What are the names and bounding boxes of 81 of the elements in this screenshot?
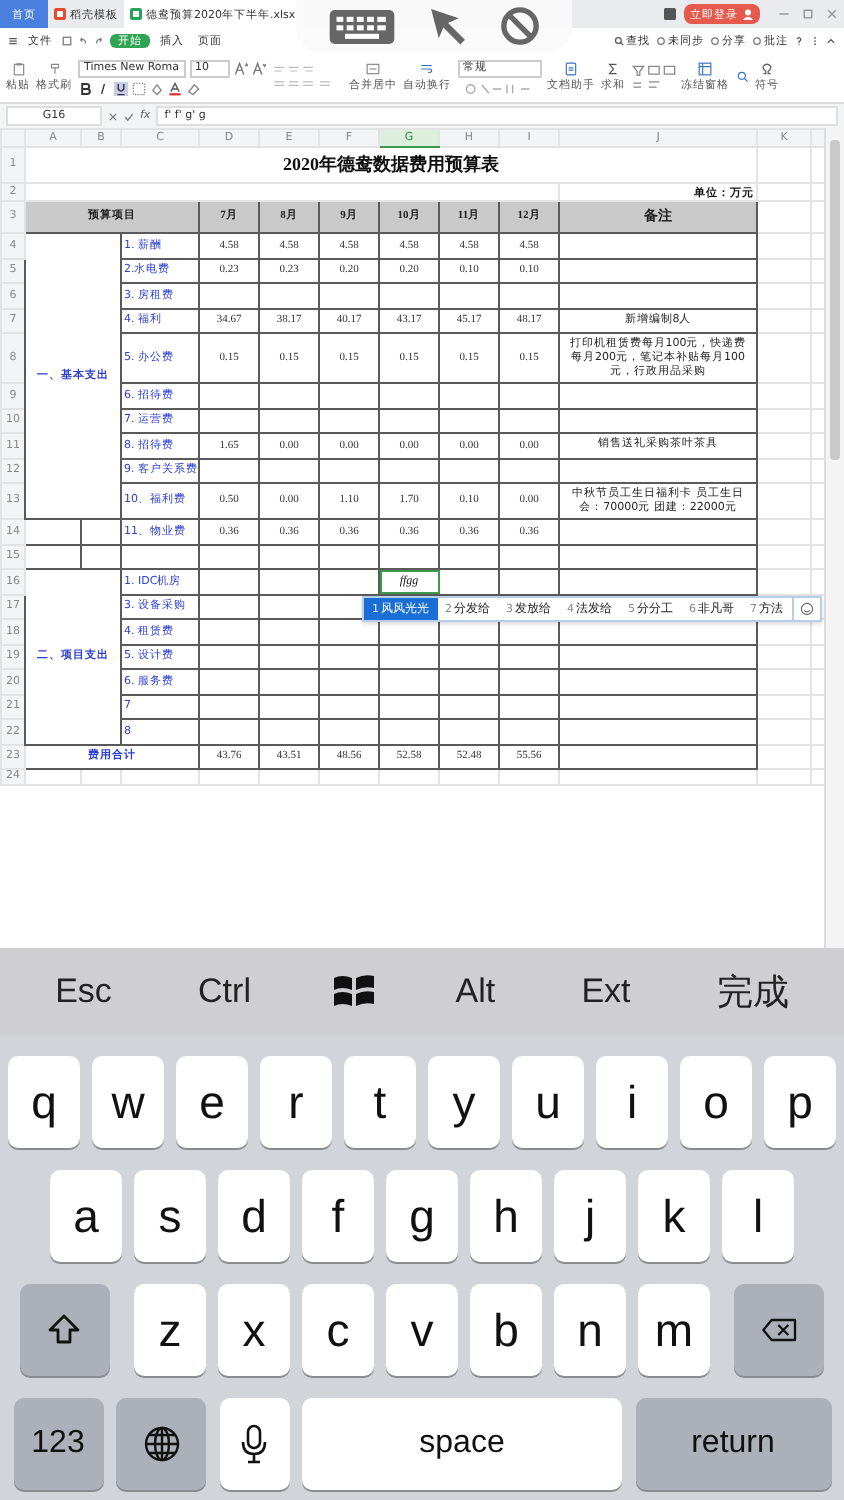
scrollbar[interactable] <box>824 128 844 948</box>
filter-sort-icons-drawing[interactable] <box>631 61 675 93</box>
letter-key[interactable]: y <box>428 1056 500 1148</box>
sync-icon <box>656 35 666 45</box>
sigma-icon <box>606 62 620 76</box>
avatar-icon <box>742 8 754 20</box>
bold-icon[interactable] <box>78 81 92 95</box>
sync-icon <box>752 35 762 45</box>
sheet-title: 2020年德鸯数据费用预算表 <box>25 147 757 183</box>
letter-key[interactable]: c <box>302 1284 374 1376</box>
letter-key[interactable]: t <box>344 1056 416 1148</box>
document-icon <box>54 8 66 20</box>
letter-key[interactable]: d <box>218 1170 290 1262</box>
letter-key[interactable]: s <box>134 1170 206 1262</box>
prohibited-icon <box>500 6 540 46</box>
undo-icon[interactable] <box>78 35 88 45</box>
letter-key[interactable]: u <box>512 1056 584 1148</box>
modifier-key[interactable]: Esc <box>47 972 120 1012</box>
letter-key[interactable]: q <box>8 1056 80 1148</box>
space-key[interactable]: space <box>302 1398 622 1490</box>
modifier-key[interactable]: Ctrl <box>190 972 259 1012</box>
return-key[interactable]: return <box>635 1398 831 1490</box>
wrap-icon <box>420 62 434 76</box>
letter-key[interactable]: x <box>218 1284 290 1376</box>
letter-key[interactable]: j <box>554 1170 626 1262</box>
letter-key[interactable]: g <box>386 1170 458 1262</box>
letter-key[interactable]: p <box>764 1056 836 1148</box>
help-icon[interactable] <box>794 35 804 45</box>
letter-key[interactable]: r <box>260 1056 332 1148</box>
pointer-icon <box>428 6 468 46</box>
delete-key[interactable] <box>734 1284 825 1376</box>
find-icon[interactable] <box>735 70 749 84</box>
omega-icon <box>760 62 774 76</box>
letter-key[interactable]: v <box>386 1284 458 1376</box>
check-icon[interactable] <box>124 111 134 121</box>
square-icon[interactable] <box>664 8 676 20</box>
letter-key[interactable]: f <box>302 1170 374 1262</box>
letter-key[interactable]: h <box>470 1170 542 1262</box>
modifier-key[interactable]: Ext <box>573 972 639 1012</box>
merge-icon <box>366 62 380 76</box>
sync-icon <box>710 35 720 45</box>
letter-key[interactable]: a <box>50 1170 122 1262</box>
clipboard-icon <box>11 62 25 76</box>
letter-key[interactable]: i <box>596 1056 668 1148</box>
letter-key[interactable]: o <box>680 1056 752 1148</box>
fill-color-icon[interactable] <box>150 81 164 95</box>
keyboard-icon <box>328 7 396 45</box>
close-icon[interactable] <box>826 8 838 20</box>
smiley-icon[interactable] <box>799 602 813 616</box>
globe-icon <box>141 1424 181 1464</box>
globe-key[interactable] <box>116 1398 206 1490</box>
font-color-icon[interactable] <box>168 81 182 95</box>
letter-key[interactable]: k <box>638 1170 710 1262</box>
letter-key[interactable]: l <box>722 1170 794 1262</box>
maximize-icon[interactable] <box>802 8 814 20</box>
collapse-icon[interactable] <box>826 35 836 45</box>
cancel-icon[interactable] <box>108 111 118 121</box>
shift-key[interactable] <box>19 1284 110 1376</box>
underline-icon[interactable] <box>114 81 128 95</box>
letter-key[interactable]: z <box>134 1284 206 1376</box>
redo-icon[interactable] <box>94 35 104 45</box>
letter-key[interactable]: e <box>176 1056 248 1148</box>
letter-key[interactable]: n <box>554 1284 626 1376</box>
italic-icon[interactable] <box>96 81 110 95</box>
search-icon <box>614 35 624 45</box>
spreadsheet-icon <box>130 8 142 20</box>
font-shrink-icon[interactable] <box>251 61 265 75</box>
brush-icon <box>47 62 61 76</box>
letter-key[interactable]: b <box>470 1284 542 1376</box>
eraser-icon[interactable] <box>186 81 200 95</box>
save-icon[interactable] <box>62 35 72 45</box>
document-icon <box>564 62 578 76</box>
grid-icon <box>698 62 712 76</box>
font-grow-icon[interactable] <box>233 61 247 75</box>
numbers-key[interactable]: 123 <box>13 1398 103 1490</box>
letter-key[interactable]: m <box>638 1284 710 1376</box>
letter-key[interactable]: w <box>92 1056 164 1148</box>
menu-icon[interactable] <box>8 35 18 45</box>
microphone-key[interactable] <box>219 1398 289 1490</box>
modifier-key[interactable]: Alt <box>447 972 504 1012</box>
done-button[interactable]: 完成 <box>708 968 797 1016</box>
